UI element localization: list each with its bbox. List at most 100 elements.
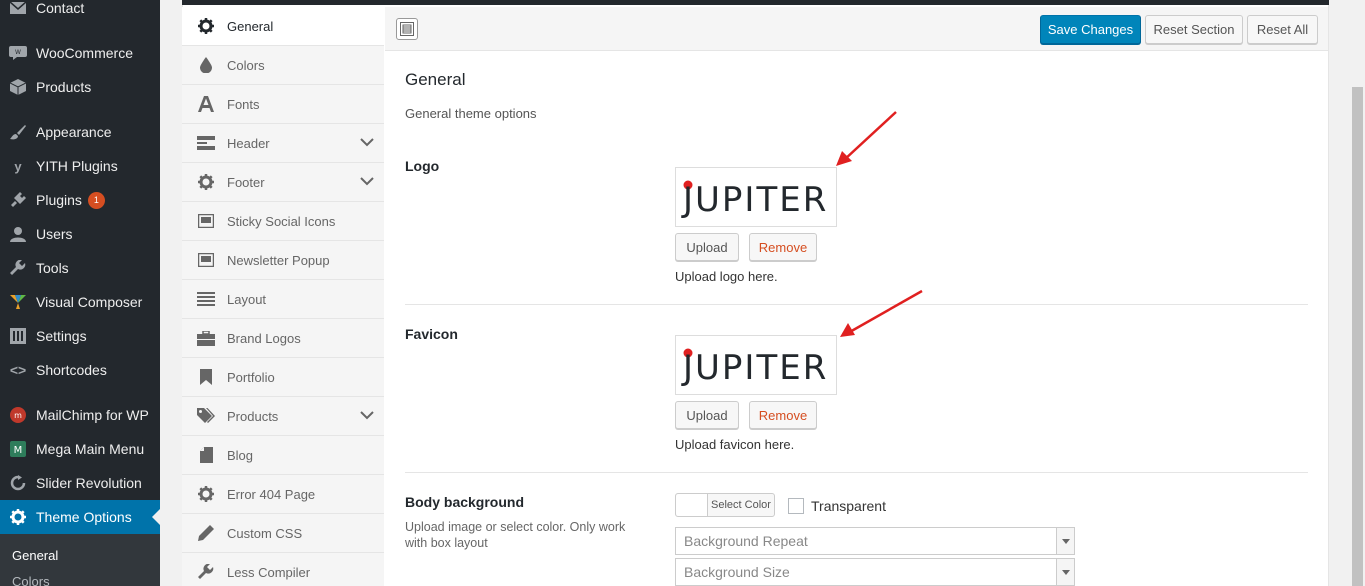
nav-item-fonts[interactable]: Fonts xyxy=(182,85,384,124)
nav-item-less-compiler[interactable]: Less Compiler xyxy=(182,553,384,586)
nav-item-portfolio[interactable]: Portfolio xyxy=(182,358,384,397)
section-description: General theme options xyxy=(405,106,537,121)
favicon-remove-button[interactable]: Remove xyxy=(749,401,817,429)
code-icon: <> xyxy=(9,362,27,378)
submenu-item-general[interactable]: General xyxy=(12,548,58,563)
reset-all-button[interactable]: Reset All xyxy=(1247,15,1318,44)
list-icon xyxy=(196,289,216,309)
menu-label: Plugins xyxy=(36,192,82,208)
nav-label: Fonts xyxy=(227,96,260,112)
layout-icon xyxy=(400,22,414,36)
menu-item-products[interactable]: Products xyxy=(0,70,160,104)
menu-item-users[interactable]: Users xyxy=(0,217,160,251)
gear-icon xyxy=(196,172,216,192)
logo-label: Logo xyxy=(405,158,440,174)
menu-item-plugins[interactable]: Plugins 1 xyxy=(0,183,160,217)
scrollbar-thumb[interactable] xyxy=(1352,87,1363,586)
menu-label: Visual Composer xyxy=(36,294,143,310)
transparent-checkbox[interactable] xyxy=(788,498,804,514)
menu-item-contact[interactable]: Contact xyxy=(0,0,160,25)
menu-item-woocommerce[interactable]: W WooCommerce xyxy=(0,36,160,70)
menu-label: WooCommerce xyxy=(36,45,133,61)
menu-item-shortcodes[interactable]: <> Shortcodes xyxy=(0,353,160,387)
logo-help-text: Upload logo here. xyxy=(675,269,778,284)
expand-options-button[interactable] xyxy=(396,18,418,40)
menu-item-yith[interactable]: y YITH Plugins xyxy=(0,149,160,183)
gear-icon xyxy=(196,484,216,504)
submenu-item-colors[interactable]: Colors xyxy=(12,574,50,586)
menu-item-theme-options[interactable]: Theme Options xyxy=(0,500,160,534)
nav-item-layout[interactable]: Layout xyxy=(182,280,384,319)
refresh-icon xyxy=(8,473,28,493)
chevron-down-icon[interactable] xyxy=(360,135,374,149)
nav-label: Colors xyxy=(227,57,265,73)
menu-item-mega-menu[interactable]: M Mega Main Menu xyxy=(0,432,160,466)
theme-options-submenu: General Colors xyxy=(0,534,160,586)
save-changes-button[interactable]: Save Changes xyxy=(1040,15,1141,44)
menu-item-mailchimp[interactable]: m MailChimp for WP xyxy=(0,398,160,432)
user-icon xyxy=(8,224,28,244)
menu-item-appearance[interactable]: Appearance xyxy=(0,115,160,149)
gear-icon xyxy=(196,16,216,36)
nav-label: Layout xyxy=(227,291,267,307)
menu-item-visual-composer[interactable]: Visual Composer xyxy=(0,285,160,319)
favicon-help-text: Upload favicon here. xyxy=(675,437,795,452)
gear-icon xyxy=(8,507,28,527)
briefcase-icon xyxy=(196,328,216,348)
favicon-preview: JUPITER xyxy=(675,335,837,395)
mailchimp-icon: m xyxy=(8,405,28,425)
svg-text:W: W xyxy=(15,49,21,56)
nav-item-colors[interactable]: Colors xyxy=(182,46,384,85)
nav-item-general[interactable]: General xyxy=(182,7,384,46)
update-count-badge: 1 xyxy=(87,191,105,209)
divider xyxy=(405,472,1308,473)
menu-item-tools[interactable]: Tools xyxy=(0,251,160,285)
header-icon xyxy=(196,133,216,153)
background-repeat-select[interactable]: Background Repeat xyxy=(675,527,1075,555)
nav-item-error-404[interactable]: Error 404 Page xyxy=(182,475,384,514)
nav-item-blog[interactable]: Blog xyxy=(182,436,384,475)
nav-item-custom-css[interactable]: Custom CSS xyxy=(182,514,384,553)
nav-item-newsletter-popup[interactable]: Newsletter Popup xyxy=(182,241,384,280)
menu-item-slider-revolution[interactable]: Slider Revolution xyxy=(0,466,160,500)
menu-label: Appearance xyxy=(36,124,112,140)
bookmark-icon xyxy=(196,367,216,387)
jupiter-logo-image: JUPITER xyxy=(681,348,828,387)
menu-label: Users xyxy=(36,226,73,242)
document-icon xyxy=(196,445,216,465)
select-color-button[interactable]: Select Color xyxy=(675,493,775,517)
nav-item-footer[interactable]: Footer xyxy=(182,163,384,202)
reset-section-button[interactable]: Reset Section xyxy=(1145,15,1243,44)
nav-label: Custom CSS xyxy=(227,525,303,541)
logo-upload-button[interactable]: Upload xyxy=(675,233,739,261)
nav-label: General xyxy=(227,18,274,34)
nav-item-products[interactable]: Products xyxy=(182,397,384,436)
nav-item-brand-logos[interactable]: Brand Logos xyxy=(182,319,384,358)
body-background-description: Upload image or select color. Only work … xyxy=(405,520,626,550)
pencil-icon xyxy=(196,523,216,543)
menu-item-settings[interactable]: Settings xyxy=(0,319,160,353)
menu-label: Tools xyxy=(36,260,69,276)
chevron-down-icon[interactable] xyxy=(360,408,374,422)
menu-label: Contact xyxy=(36,0,85,16)
annotation-arrow-icon xyxy=(840,289,923,337)
favicon-image-text: JUPITER xyxy=(681,348,828,387)
menu-label: Mega Main Menu xyxy=(36,441,145,457)
favicon-upload-button[interactable]: Upload xyxy=(675,401,739,429)
chevron-down-icon[interactable] xyxy=(360,174,374,188)
drop-icon xyxy=(196,55,216,75)
wrench-icon xyxy=(196,562,216,582)
logo-remove-button[interactable]: Remove xyxy=(749,233,817,261)
body-background-label: Body background xyxy=(405,494,525,510)
nav-label: Footer xyxy=(227,174,265,190)
nav-item-header[interactable]: Header xyxy=(182,124,384,163)
sliders-icon xyxy=(8,326,28,346)
options-toolbar: Save Changes Reset Section Reset All xyxy=(385,7,1328,51)
background-size-select[interactable]: Background Size xyxy=(675,558,1075,586)
menu-label: Settings xyxy=(36,328,87,344)
annotation-arrow-icon xyxy=(836,111,897,166)
mail-icon xyxy=(8,0,28,18)
nav-item-sticky-social-icons[interactable]: Sticky Social Icons xyxy=(182,202,384,241)
nav-label: Error 404 Page xyxy=(227,486,316,502)
background-repeat-placeholder: Background Repeat xyxy=(684,533,808,549)
